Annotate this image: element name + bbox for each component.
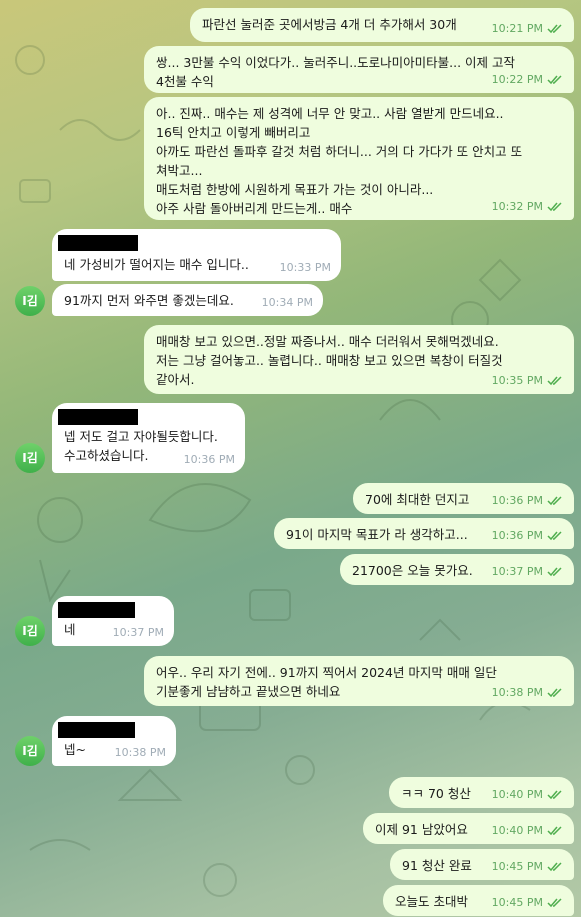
chat-window: 파란선 눌러준 곳에서방금 4개 더 추가해서 30개 10:21 PM 쌍..…	[0, 0, 581, 917]
message-time: 10:36 PM	[491, 529, 543, 542]
message-time: 10:32 PM	[491, 200, 543, 213]
message-time: 10:38 PM	[114, 746, 166, 759]
read-checkmarks-icon	[547, 825, 562, 835]
message-text: 네	[64, 622, 76, 637]
read-checkmarks-icon	[547, 74, 562, 84]
message-text: 파란선 눌러준 곳에서방금 4개 더 추가해서 30개	[202, 17, 457, 32]
message-text: 쌍... 3만불 수익 이었다가.. 눌러주니..도로나미아미타불... 이제 …	[156, 55, 516, 89]
message-text: 91까지 먼저 와주면 좋겠는데요.	[64, 293, 234, 308]
read-checkmarks-icon	[547, 530, 562, 540]
read-checkmarks-icon	[547, 375, 562, 385]
redacted-sender-name	[58, 409, 138, 425]
message-bubble-incoming[interactable]: 넵~ 10:38 PM	[52, 716, 176, 766]
read-checkmarks-icon	[547, 789, 562, 799]
message-time: 10:35 PM	[491, 374, 543, 387]
message-time: 10:40 PM	[491, 788, 543, 801]
message-bubble-outgoing[interactable]: 매매창 보고 있으면..정말 짜증나서.. 매수 더러워서 못해먹겠네요. 저는…	[144, 325, 574, 394]
message-time: 10:21 PM	[491, 22, 543, 35]
message-bubble-outgoing[interactable]: 21700은 오늘 못가요. 10:37 PM	[340, 554, 574, 585]
redacted-sender-name	[58, 235, 138, 251]
message-bubble-outgoing[interactable]: 91 청산 완료 10:45 PM	[390, 849, 574, 880]
message-time: 10:45 PM	[491, 860, 543, 873]
message-text: 70에 최대한 던지고	[365, 492, 470, 507]
message-text: 91 청산 완료	[402, 858, 472, 873]
message-bubble-incoming[interactable]: 91까지 먼저 와주면 좋겠는데요. 10:34 PM	[52, 284, 323, 316]
read-checkmarks-icon	[547, 495, 562, 505]
message-bubble-incoming[interactable]: 넵 저도 걸고 자야될듯합니다. 수고하셨습니다. 10:36 PM	[52, 403, 245, 473]
message-bubble-outgoing[interactable]: 오늘도 초대박 10:45 PM	[383, 885, 574, 916]
message-bubble-outgoing[interactable]: 어우.. 우리 자기 전에.. 91까지 찍어서 2024년 마지막 매매 일단…	[144, 656, 574, 706]
read-checkmarks-icon	[547, 897, 562, 907]
message-bubble-outgoing[interactable]: 70에 최대한 던지고 10:36 PM	[353, 483, 574, 514]
message-bubble-outgoing[interactable]: 쌍... 3만불 수익 이었다가.. 눌러주니..도로나미아미타불... 이제 …	[144, 46, 574, 93]
redacted-sender-name	[58, 722, 135, 738]
message-text: 21700은 오늘 못가요.	[352, 563, 473, 578]
message-text: 오늘도 초대박	[395, 894, 468, 909]
redacted-sender-name	[58, 602, 135, 618]
message-time: 10:33 PM	[279, 261, 331, 274]
message-bubble-outgoing[interactable]: ㅋㅋ 70 청산 10:40 PM	[389, 777, 574, 808]
message-time: 10:37 PM	[491, 565, 543, 578]
read-checkmarks-icon	[547, 861, 562, 871]
message-time: 10:40 PM	[491, 824, 543, 837]
message-text: 이제 91 남았어요	[375, 822, 468, 837]
message-time: 10:22 PM	[491, 73, 543, 86]
read-checkmarks-icon	[547, 201, 562, 211]
read-checkmarks-icon	[547, 687, 562, 697]
message-time: 10:45 PM	[491, 896, 543, 909]
message-text: 91이 마지막 목표가 라 생각하고...	[286, 527, 468, 542]
message-text: 넵~	[64, 742, 86, 757]
read-checkmarks-icon	[547, 566, 562, 576]
message-time: 10:38 PM	[491, 686, 543, 699]
message-time: 10:36 PM	[183, 453, 235, 466]
avatar[interactable]: I김	[15, 616, 45, 646]
message-bubble-outgoing[interactable]: 파란선 눌러준 곳에서방금 4개 더 추가해서 30개 10:21 PM	[190, 8, 574, 42]
read-checkmarks-icon	[547, 23, 562, 33]
message-text: ㅋㅋ 70 청산	[401, 786, 471, 801]
message-bubble-outgoing[interactable]: 91이 마지막 목표가 라 생각하고... 10:36 PM	[274, 518, 574, 549]
message-bubble-incoming[interactable]: 네 10:37 PM	[52, 596, 174, 646]
message-time: 10:36 PM	[491, 494, 543, 507]
message-bubble-incoming[interactable]: 네 가성비가 떨어지는 매수 입니다.. 10:33 PM	[52, 229, 341, 281]
avatar[interactable]: I김	[15, 736, 45, 766]
message-time: 10:37 PM	[112, 626, 164, 639]
avatar[interactable]: I김	[15, 286, 45, 316]
avatar[interactable]: I김	[15, 443, 45, 473]
message-text: 어우.. 우리 자기 전에.. 91까지 찍어서 2024년 마지막 매매 일단…	[156, 665, 497, 699]
message-bubble-outgoing[interactable]: 아.. 진짜.. 매수는 제 성격에 너무 안 맞고.. 사람 열받게 만드네요…	[144, 97, 574, 220]
message-time: 10:34 PM	[261, 296, 313, 309]
message-bubble-outgoing[interactable]: 이제 91 남았어요 10:40 PM	[363, 813, 574, 844]
message-text: 아.. 진짜.. 매수는 제 성격에 너무 안 맞고.. 사람 열받게 만드네요…	[156, 106, 523, 216]
message-text: 네 가성비가 떨어지는 매수 입니다..	[64, 257, 249, 272]
message-text: 매매창 보고 있으면..정말 짜증나서.. 매수 더러워서 못해먹겠네요. 저는…	[156, 334, 503, 387]
